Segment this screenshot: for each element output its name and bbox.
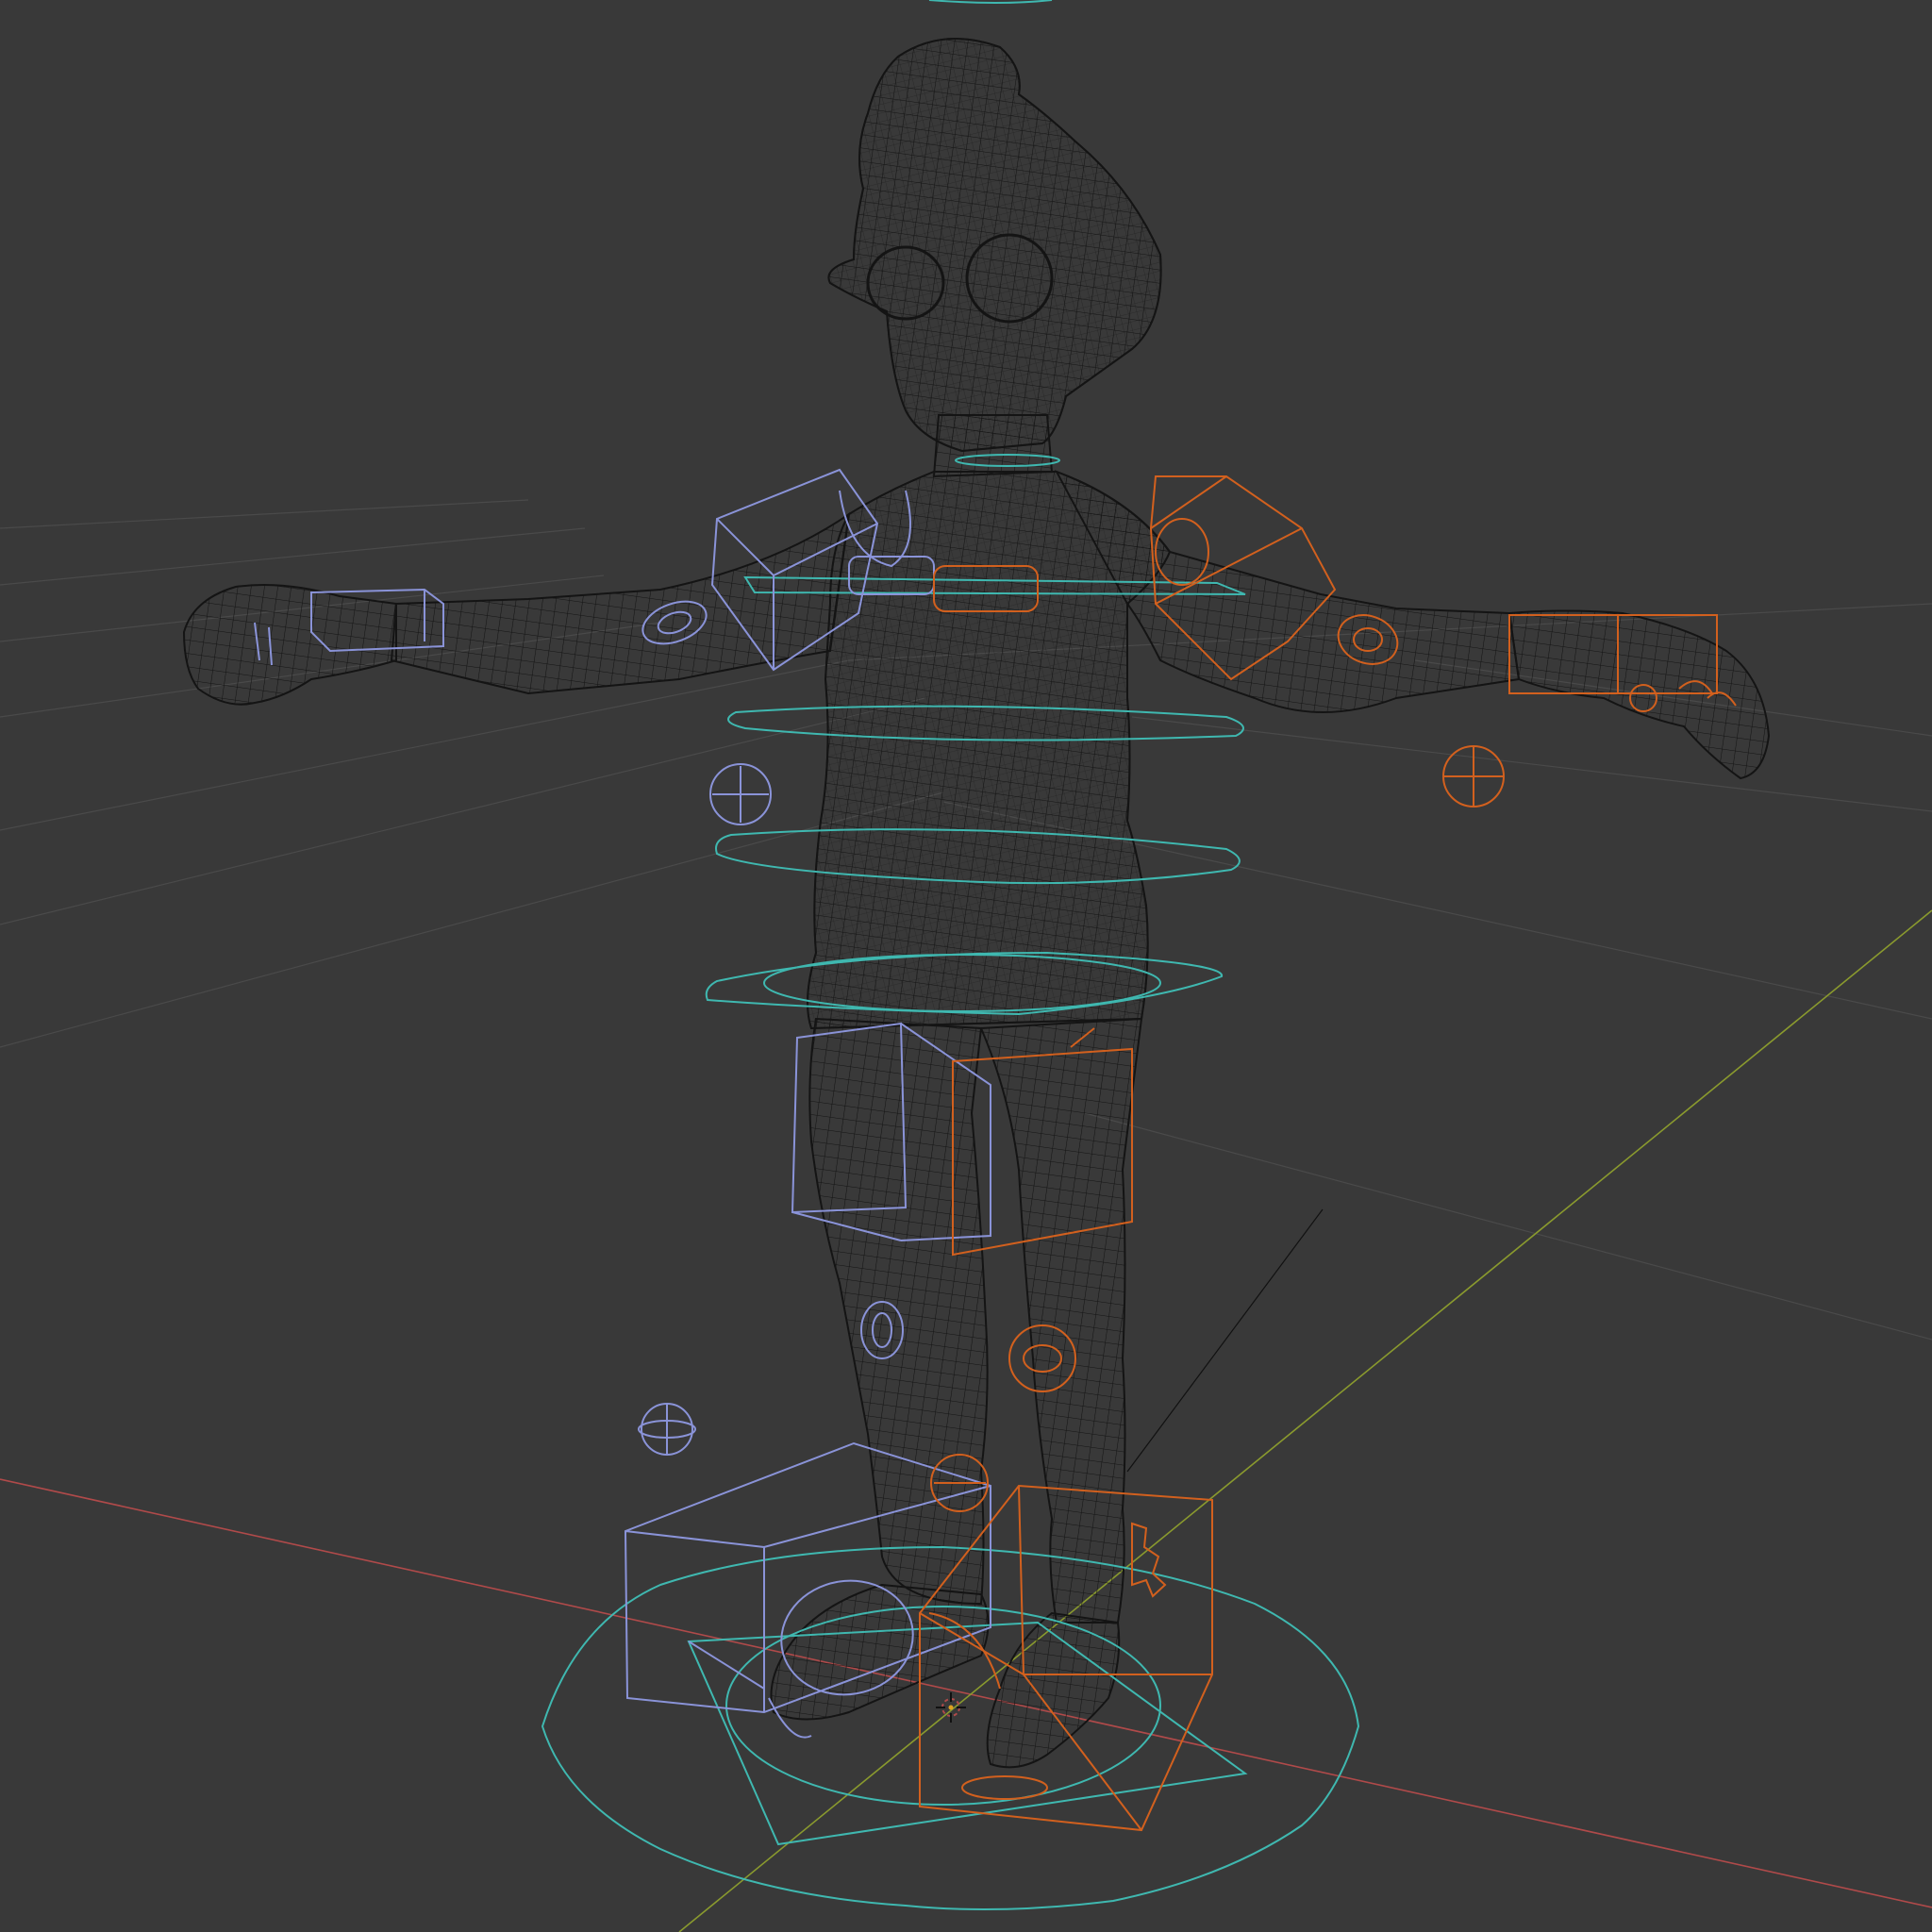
left-hand-mesh — [182, 583, 397, 706]
viewport-canvas[interactable] — [0, 0, 1932, 1932]
character-wireframe-mesh[interactable] — [182, 38, 1771, 1769]
right-leg-mesh — [979, 1017, 1143, 1624]
right-hand-mesh — [1507, 609, 1771, 780]
left-shoe-mesh — [770, 1583, 990, 1721]
top-control-ring — [928, 0, 1053, 4]
left-arm-mesh — [390, 511, 851, 695]
toe-r-control[interactable] — [961, 1775, 1048, 1800]
foot-r-gear-control[interactable] — [1131, 1522, 1167, 1598]
3d-cursor-icon[interactable] — [936, 1692, 966, 1723]
3d-viewport[interactable] — [0, 0, 1932, 1932]
neck-mesh — [932, 414, 1054, 478]
camera-guide-line — [1126, 1208, 1324, 1473]
